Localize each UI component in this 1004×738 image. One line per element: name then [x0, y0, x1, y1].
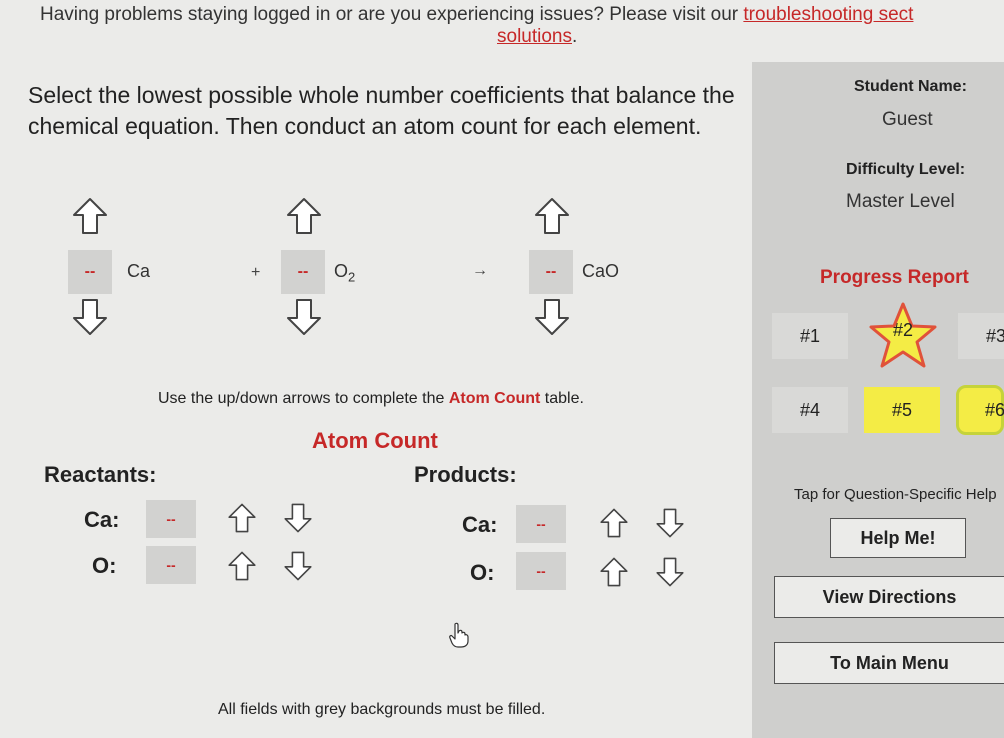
reactant-ca-down-arrow-icon[interactable]	[282, 502, 314, 534]
reactant-o-up-arrow-icon[interactable]	[226, 550, 258, 582]
formula-ca: Ca	[127, 261, 151, 281]
question-tile-5[interactable]: #5	[864, 387, 940, 433]
difficulty-value: Master Level	[846, 191, 955, 212]
product-ca-label: Ca:	[462, 512, 498, 537]
coefficient-ca[interactable]: --	[68, 250, 112, 294]
troubleshooting-link[interactable]: troubleshooting sect	[743, 4, 913, 25]
reactant-o-count[interactable]: --	[146, 546, 196, 584]
question-tile-4[interactable]: #4	[772, 387, 848, 433]
hand-cursor-icon	[449, 622, 469, 648]
coef-down-arrow-icon-cao[interactable]	[532, 297, 572, 337]
question-tile-1[interactable]: #1	[772, 313, 848, 359]
product-o-count[interactable]: --	[516, 552, 566, 590]
coef-up-arrow-icon-cao[interactable]	[532, 196, 572, 236]
product-o-label: O:	[470, 560, 495, 585]
reaction-arrow: →	[472, 262, 488, 279]
question-tile-2[interactable]: #2	[868, 320, 938, 341]
product-o-up-arrow-icon[interactable]	[598, 556, 630, 588]
coefficient-o2[interactable]: --	[281, 250, 325, 294]
reactant-ca-count[interactable]: --	[146, 500, 196, 538]
reactant-ca-up-arrow-icon[interactable]	[226, 502, 258, 534]
reactant-ca-label: Ca:	[84, 507, 120, 532]
banner-text: Having problems staying logged in or are…	[40, 4, 744, 25]
coefficient-cao[interactable]: --	[529, 250, 573, 294]
reactants-label: Reactants:	[44, 462, 157, 487]
main-menu-button[interactable]: To Main Menu	[774, 642, 1004, 684]
help-instruction: Tap for Question-Specific Help	[794, 486, 997, 503]
atom-count-hint: Use the up/down arrows to complete the A…	[158, 390, 584, 407]
product-ca-up-arrow-icon[interactable]	[598, 507, 630, 539]
banner-period: .	[572, 26, 578, 47]
coef-down-arrow-icon-ca[interactable]	[70, 297, 110, 337]
coef-up-arrow-icon-ca[interactable]	[70, 196, 110, 236]
coef-down-arrow-icon-o2[interactable]	[284, 297, 324, 337]
question-tile-6[interactable]: #6	[956, 385, 1004, 435]
products-label: Products:	[414, 462, 517, 487]
footer-note: All fields with grey backgrounds must be…	[218, 701, 546, 718]
instructions: Select the lowest possible whole number …	[28, 82, 735, 139]
question-tile-3[interactable]: #3	[958, 313, 1004, 359]
troubleshooting-link-continued[interactable]: solutions	[497, 26, 572, 47]
view-directions-button[interactable]: View Directions	[774, 576, 1004, 618]
atom-count-title: Atom Count	[312, 428, 438, 453]
product-ca-count[interactable]: --	[516, 505, 566, 543]
plus-sign: +	[251, 264, 261, 281]
student-name-value: Guest	[882, 109, 933, 130]
difficulty-label: Difficulty Level:	[846, 161, 966, 178]
student-name-label: Student Name:	[854, 78, 967, 95]
help-me-button[interactable]: Help Me!	[830, 518, 966, 558]
reactant-o-down-arrow-icon[interactable]	[282, 550, 314, 582]
formula-o2: O2	[334, 261, 356, 285]
progress-report-title: Progress Report	[820, 267, 969, 288]
formula-cao: CaO	[582, 261, 620, 281]
reactant-o-label: O:	[92, 553, 117, 578]
product-o-down-arrow-icon[interactable]	[654, 556, 686, 588]
product-ca-down-arrow-icon[interactable]	[654, 507, 686, 539]
coef-up-arrow-icon-o2[interactable]	[284, 196, 324, 236]
